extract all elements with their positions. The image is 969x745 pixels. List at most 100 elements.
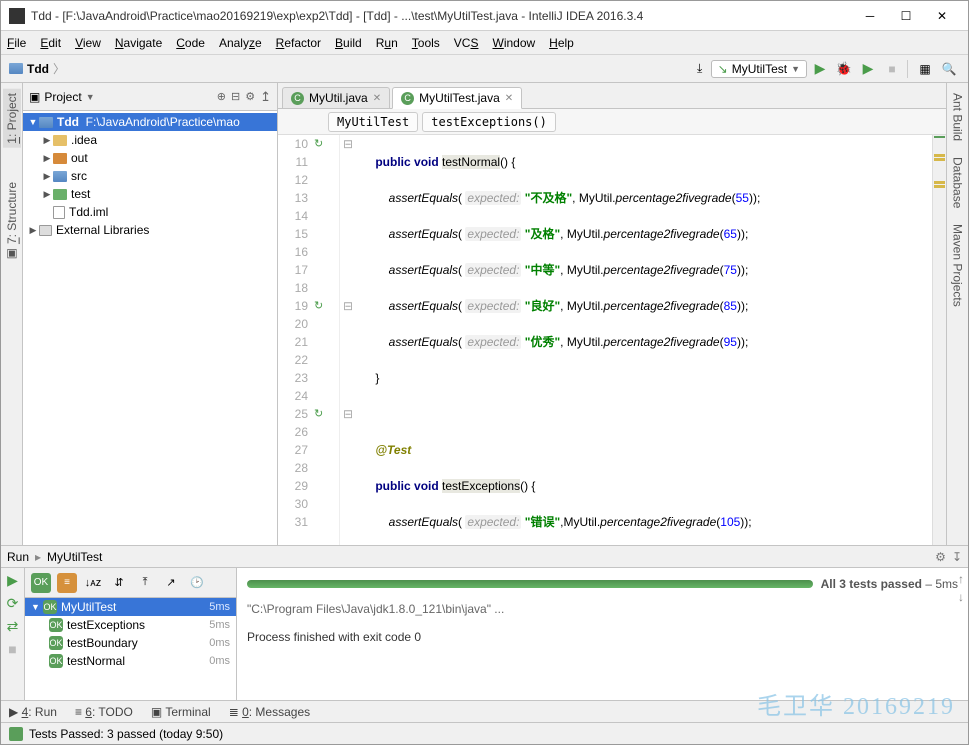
- tab-database[interactable]: Database: [949, 153, 967, 212]
- close-icon[interactable]: ✕: [505, 93, 513, 104]
- editor-area: CMyUtil.java✕ CMyUtilTest.java✕ MyUtilTe…: [278, 83, 946, 545]
- menu-code[interactable]: Code: [176, 36, 205, 50]
- settings-icon[interactable]: ⚙: [245, 90, 255, 103]
- arrow-icon: ↘: [718, 62, 728, 76]
- gutter-icons[interactable]: ↻ ↻ ↻: [314, 135, 340, 545]
- stop-run-button[interactable]: ■: [8, 641, 16, 657]
- expand-button[interactable]: ⇵: [109, 573, 129, 593]
- test-item-exceptions[interactable]: OKtestExceptions5ms: [25, 616, 236, 634]
- menu-run[interactable]: Run: [376, 36, 398, 50]
- tab-run-bottom[interactable]: ▶ 4: Run: [9, 705, 57, 719]
- menu-window[interactable]: Window: [492, 36, 535, 50]
- fold-gutter[interactable]: ⊟ ⊟ ⊟: [340, 135, 356, 545]
- tab-maven[interactable]: Maven Projects: [949, 220, 967, 311]
- maximize-button[interactable]: ☐: [888, 2, 924, 30]
- tree-out[interactable]: ▶out: [23, 149, 277, 167]
- tree-iml[interactable]: Tdd.iml: [23, 203, 277, 221]
- coverage-button[interactable]: ▶: [857, 58, 879, 80]
- status-text: Tests Passed: 3 passed (today 9:50): [29, 727, 223, 741]
- menu-refactor[interactable]: Refactor: [276, 36, 321, 50]
- rerun-button[interactable]: ▶: [7, 572, 18, 589]
- show-ignored-button[interactable]: ≡: [57, 573, 77, 593]
- chevron-down-icon: ▼: [791, 64, 800, 74]
- run-config-select[interactable]: ↘ MyUtilTest ▼: [711, 60, 807, 78]
- tab-project[interactable]: 1: Project: [3, 89, 21, 148]
- tree-root[interactable]: ▼Tdd F:\JavaAndroid\Practice\mao: [23, 113, 277, 131]
- gear-icon[interactable]: ⚙: [935, 550, 946, 564]
- rerun-failed-button[interactable]: ⟳: [7, 595, 19, 612]
- app-icon: [9, 8, 25, 24]
- class-icon: C: [291, 92, 304, 105]
- run-tool-window: Run ▸ MyUtilTest ⚙ ↧ ▶ ⟳ ⇄ ■ OK ≡ ↓ᴀz ⇵ …: [1, 545, 968, 700]
- export-button[interactable]: ↗: [161, 573, 181, 593]
- tab-messages[interactable]: ≣ 0: Messages: [229, 705, 310, 719]
- sort-button[interactable]: ↓ᴀz: [83, 573, 103, 593]
- close-icon[interactable]: ✕: [373, 93, 381, 104]
- menu-tools[interactable]: Tools: [412, 36, 440, 50]
- run-config-label: MyUtilTest: [47, 550, 102, 564]
- breadcrumb-method[interactable]: testExceptions(): [422, 112, 556, 132]
- tree-test[interactable]: ▶test: [23, 185, 277, 203]
- toggle-auto-button[interactable]: ⇄: [7, 618, 19, 635]
- project-header: ▣ Project ▼ ⊕ ⊟ ⚙ ↥: [23, 83, 277, 111]
- menu-navigate[interactable]: Navigate: [115, 36, 162, 50]
- history-button[interactable]: 🕑: [187, 573, 207, 593]
- run-console[interactable]: All 3 tests passed – 5ms "C:\Program Fil…: [237, 568, 968, 700]
- menu-vcs[interactable]: VCS: [454, 36, 479, 50]
- test-tree[interactable]: ▼OKMyUtilTest5ms OKtestExceptions5ms OKt…: [25, 598, 236, 700]
- progress-bar: [247, 580, 813, 588]
- line-numbers: 1011121314151617181920212223242526272829…: [278, 135, 314, 545]
- code-body[interactable]: public void testNormal() { assertEquals(…: [356, 135, 932, 545]
- tree-src[interactable]: ▶src: [23, 167, 277, 185]
- breadcrumb-root[interactable]: Tdd 〉: [9, 60, 65, 77]
- show-passed-button[interactable]: OK: [31, 573, 51, 593]
- tab-ant-build[interactable]: Ant Build: [949, 89, 967, 145]
- debug-button[interactable]: 🐞: [833, 58, 855, 80]
- menu-view[interactable]: View: [75, 36, 101, 50]
- collapse-icon[interactable]: ⊟: [231, 90, 240, 103]
- stop-button[interactable]: ■: [881, 58, 903, 80]
- right-tool-gutter: Ant Build Database Maven Projects: [946, 83, 968, 545]
- tab-terminal[interactable]: ▣ Terminal: [151, 705, 211, 719]
- hide-icon[interactable]: ↧: [952, 550, 962, 564]
- code-editor[interactable]: 1011121314151617181920212223242526272829…: [278, 135, 946, 545]
- tab-todo[interactable]: ≡ 6: TODO: [75, 705, 133, 719]
- autoscroll-icon[interactable]: ⊕: [217, 90, 226, 103]
- project-tree[interactable]: ▼Tdd F:\JavaAndroid\Practice\mao ▶.idea …: [23, 111, 277, 545]
- project-view-select[interactable]: ▣ Project ▼: [29, 90, 95, 104]
- status-icon: [9, 727, 23, 741]
- tab-myutil[interactable]: CMyUtil.java✕: [282, 87, 390, 108]
- menu-help[interactable]: Help: [549, 36, 574, 50]
- test-tree-pane: OK ≡ ↓ᴀz ⇵ ⤒ ↗ 🕑 ▼OKMyUtilTest5ms OKtest…: [25, 568, 237, 700]
- left-tool-gutter: 1: Project ▣ 7: Structure: [1, 83, 23, 545]
- test-item-normal[interactable]: OKtestNormal0ms: [25, 652, 236, 670]
- test-root[interactable]: ▼OKMyUtilTest5ms: [25, 598, 236, 616]
- project-structure-button[interactable]: ▦: [914, 58, 936, 80]
- titlebar: Tdd - [F:\JavaAndroid\Practice\mao201692…: [1, 1, 968, 31]
- main-area: 1: Project ▣ 7: Structure ▣ Project ▼ ⊕ …: [1, 83, 968, 545]
- test-toolbar: OK ≡ ↓ᴀz ⇵ ⤒ ↗ 🕑: [25, 568, 236, 598]
- collapse-button[interactable]: ⤒: [135, 573, 155, 593]
- close-button[interactable]: ✕: [924, 2, 960, 30]
- bottom-toolbar: ▶ 4: Run ≡ 6: TODO ▣ Terminal ≣ 0: Messa…: [1, 700, 968, 722]
- tab-myutiltest[interactable]: CMyUtilTest.java✕: [392, 87, 522, 109]
- console-nav-arrows[interactable]: ↑↓: [958, 572, 964, 604]
- hide-icon[interactable]: ↥: [260, 89, 271, 105]
- test-item-boundary[interactable]: OKtestBoundary0ms: [25, 634, 236, 652]
- run-button[interactable]: ▶: [809, 58, 831, 80]
- menu-build[interactable]: Build: [335, 36, 362, 50]
- menu-edit[interactable]: Edit: [40, 36, 61, 50]
- folder-icon: [9, 63, 23, 74]
- console-cmdline: "C:\Program Files\Java\jdk1.8.0_121\bin\…: [247, 602, 958, 616]
- minimize-button[interactable]: ─: [852, 2, 888, 30]
- breadcrumb-class[interactable]: MyUtilTest: [328, 112, 418, 132]
- tree-ext-libs[interactable]: ▶External Libraries: [23, 221, 277, 239]
- tab-structure[interactable]: ▣ 7: Structure: [3, 178, 21, 265]
- marker-strip[interactable]: [932, 135, 946, 545]
- search-everywhere-button[interactable]: 🔍: [938, 58, 960, 80]
- make-button[interactable]: ⤓: [689, 58, 711, 80]
- nav-toolbar: Tdd 〉 ⤓ ↘ MyUtilTest ▼ ▶ 🐞 ▶ ■ ▦ 🔍: [1, 55, 968, 83]
- menu-file[interactable]: File: [7, 36, 26, 50]
- tree-idea[interactable]: ▶.idea: [23, 131, 277, 149]
- menu-analyze[interactable]: Analyze: [219, 36, 262, 50]
